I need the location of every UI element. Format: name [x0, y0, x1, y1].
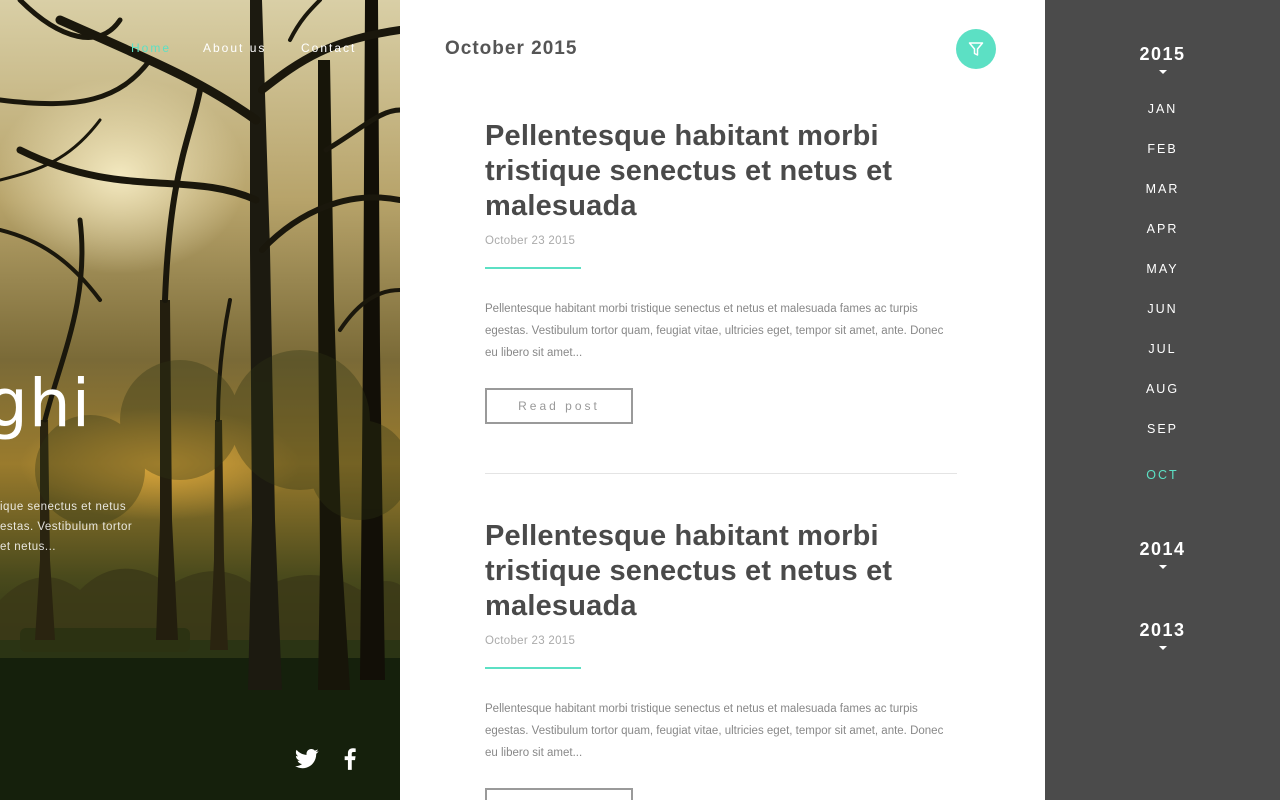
year-label: 2013	[1139, 620, 1186, 640]
year-label: 2014	[1139, 539, 1186, 559]
post-date: October 23 2015	[485, 635, 576, 647]
month-jan[interactable]: JAN	[1045, 102, 1280, 116]
month-jul[interactable]: JUL	[1045, 342, 1280, 356]
post-excerpt: Pellentesque habitant morbi tristique se…	[485, 303, 944, 359]
hero-panel: Home About us Contact ghi ique senectus …	[0, 0, 400, 800]
caret-down-icon	[1158, 70, 1167, 74]
hero-title: ghi	[0, 365, 92, 442]
month-apr[interactable]: APR	[1045, 222, 1280, 236]
post-card: Pellentesque habitant morbi tristique se…	[485, 119, 960, 424]
post-date: October 23 2015	[485, 235, 576, 247]
read-post-button[interactable]: Read post	[485, 788, 633, 800]
caret-down-icon	[1158, 646, 1167, 650]
month-jun[interactable]: JUN	[1045, 302, 1280, 316]
hero-text: ique senectus et netus estas. Vestibulum…	[0, 501, 133, 553]
month-aug[interactable]: AUG	[1045, 382, 1280, 396]
month-mar[interactable]: MAR	[1045, 182, 1280, 196]
read-post-button[interactable]: Read post	[485, 388, 633, 424]
month-may[interactable]: MAY	[1045, 262, 1280, 276]
month-feb[interactable]: FEB	[1045, 142, 1280, 156]
post-title[interactable]: Pellentesque habitant morbi tristique se…	[485, 119, 960, 224]
year-2015[interactable]: 2015	[1045, 44, 1280, 74]
nav-link-contact[interactable]: Contact	[301, 41, 356, 55]
twitter-icon[interactable]	[294, 748, 319, 775]
post-title[interactable]: Pellentesque habitant morbi tristique se…	[485, 519, 960, 624]
nav-link-about-us[interactable]: About us	[203, 41, 266, 55]
archive-sidebar: 2015 JAN FEB MAR APR MAY JUN JUL AUG SEP…	[1045, 0, 1280, 800]
post-divider	[485, 473, 957, 474]
month-sep[interactable]: SEP	[1045, 422, 1280, 436]
month-oct[interactable]: OCT	[1045, 468, 1280, 482]
post-accent-line	[485, 267, 581, 269]
post-card: Pellentesque habitant morbi tristique se…	[485, 519, 960, 800]
caret-down-icon	[1158, 565, 1167, 569]
year-label: 2015	[1139, 44, 1186, 64]
year-2014[interactable]: 2014	[1045, 539, 1280, 569]
post-accent-line	[485, 667, 581, 669]
filter-icon	[968, 42, 984, 56]
facebook-icon[interactable]	[344, 748, 356, 775]
page-title: October 2015	[445, 38, 578, 59]
main-content: October 2015 Pellentesque habitant morbi…	[400, 0, 1045, 800]
year-2013[interactable]: 2013	[1045, 620, 1280, 650]
nav-link-home[interactable]: Home	[131, 41, 171, 55]
hero-nav: Home About us Contact	[0, 41, 400, 57]
post-excerpt: Pellentesque habitant morbi tristique se…	[485, 703, 944, 759]
filter-button[interactable]	[956, 29, 996, 69]
